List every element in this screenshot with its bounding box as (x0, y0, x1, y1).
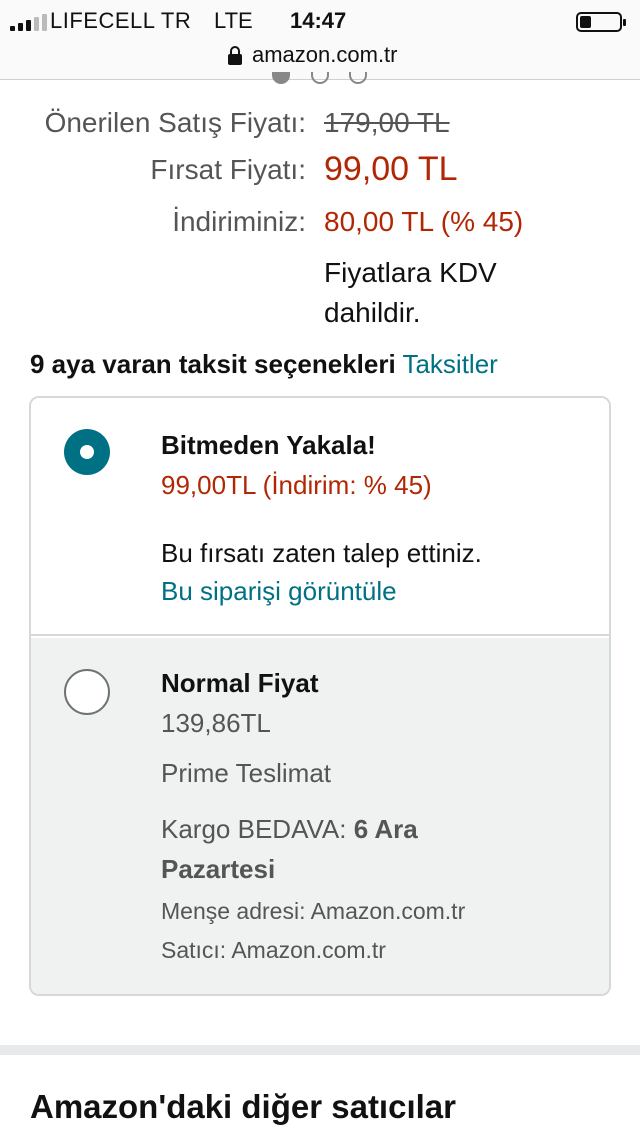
deal-option[interactable]: Bitmeden Yakala! 99,00TL (İndirim: % 45)… (31, 398, 609, 636)
view-order-link[interactable]: Bu siparişi görüntüle (161, 576, 397, 607)
url-text[interactable]: amazon.com.tr (252, 42, 398, 68)
deal-option-price: 99,00TL (İndirim: % 45) (161, 470, 432, 500)
vat-note: Fiyatlara KDV dahildir. (324, 253, 584, 333)
vat-note-line-2: dahildir. (324, 297, 421, 328)
normal-price-option[interactable]: Normal Fiyat 139,86TL Prime Teslimat Kar… (31, 638, 609, 994)
buying-options: Bitmeden Yakala! 99,00TL (İndirim: % 45)… (29, 396, 611, 996)
vat-note-line-1: Fiyatlara KDV (324, 257, 497, 288)
carousel-dot-2[interactable] (311, 72, 329, 84)
status-bar: LIFECELL TR LTE 14:47 (0, 0, 640, 40)
deal-claimed-note: Bu fırsatı zaten talep ettiniz. (161, 538, 482, 568)
deal-price-label: Fırsat Fiyatı: (150, 154, 306, 185)
battery-icon (576, 12, 626, 32)
delivery-date: 6 Ara (353, 814, 418, 844)
other-sellers-heading: Amazon'daki diğer satıcılar (30, 1088, 456, 1125)
free-shipping: Kargo BEDAVA: 6 Ara (161, 814, 418, 845)
normal-price-title: Normal Fiyat (161, 668, 319, 698)
carousel-dot-1[interactable] (272, 72, 290, 84)
signal-strength-icon (10, 14, 47, 31)
normal-price-value: 139,86TL (161, 708, 271, 738)
network-type: LTE (214, 8, 253, 33)
status-time: 14:47 (290, 8, 347, 33)
list-price-label: Önerilen Satış Fiyatı: (44, 107, 306, 138)
carrier-name: LIFECELL TR (50, 8, 192, 33)
ships-from: Menşe adresi: Amazon.com.tr (161, 898, 466, 924)
free-shipping-label: Kargo BEDAVA: (161, 814, 354, 844)
normal-price-radio[interactable] (64, 669, 110, 715)
carousel-dot-3[interactable] (349, 72, 367, 84)
installments-row: 9 aya varan taksit seçenekleri Taksitler (30, 349, 498, 380)
installments-text: 9 aya varan taksit seçenekleri (30, 349, 396, 379)
deal-price-value: 99,00 TL (324, 150, 458, 188)
delivery-day: Pazartesi (161, 854, 276, 884)
sold-by: Satıcı: Amazon.com.tr (161, 937, 386, 963)
lock-icon (228, 46, 242, 66)
savings-value: 80,00 TL (% 45) (324, 206, 524, 237)
installments-link[interactable]: Taksitler (402, 349, 497, 379)
deal-option-title: Bitmeden Yakala! (161, 430, 376, 460)
prime-delivery: Prime Teslimat (161, 758, 332, 788)
section-divider (0, 1045, 640, 1055)
deal-option-radio[interactable] (64, 429, 110, 475)
savings-label: İndiriminiz: (172, 206, 306, 237)
list-price-value: 179,00 TL (324, 107, 450, 138)
